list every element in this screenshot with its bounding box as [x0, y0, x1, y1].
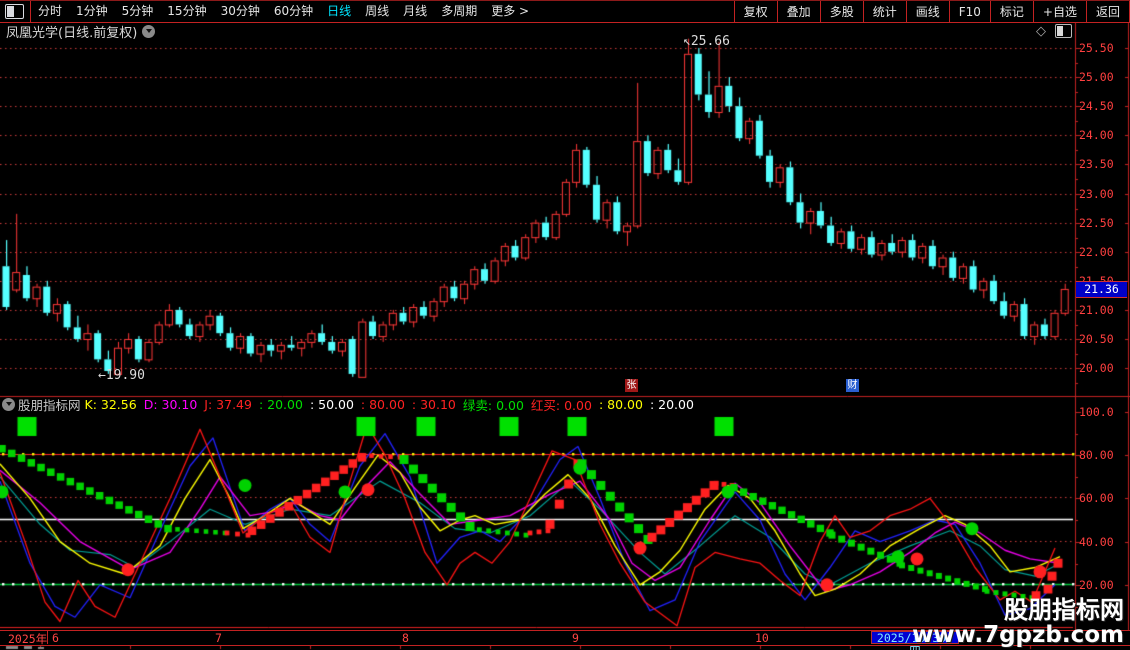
- diamond-icon[interactable]: ◇: [1036, 25, 1046, 38]
- trading-app-window: 分时 1分钟 5分钟 15分钟 30分钟 60分钟 日线 周线 月线 多周期 更多 > 复权 叠加 多股…: [0, 0, 1130, 650]
- tools-menu: 复权 叠加 多股 统计 画线 F10 标记 +自选 返回: [733, 1, 1130, 22]
- period-menu: 分时 1分钟 5分钟 15分钟 30分钟 60分钟 日线 周线 月线 多周期 更多 >: [0, 1, 536, 22]
- month-label: 10: [755, 631, 769, 645]
- year-label: 2025年: [8, 632, 48, 646]
- indicator-header: 股朋指标网 K: 32.56 D: 30.10 J: 37.49 : 20.00 : 5…: [0, 397, 1070, 412]
- menu-item-period[interactable]: 日线: [320, 2, 358, 21]
- price-axis-label: 24.50: [1079, 99, 1114, 114]
- top-menubar: 分时 1分钟 5分钟 15分钟 30分钟 60分钟 日线 周线 月线 多周期 更多 > 复权 叠加 多股…: [0, 0, 1130, 23]
- price-axis-label: 25.50: [1079, 41, 1114, 55]
- price-axis-label: 23.00: [1079, 186, 1114, 201]
- price-axis-label: 22.50: [1079, 215, 1114, 230]
- news-marker[interactable]: 张: [625, 379, 638, 392]
- menu-item-tool[interactable]: 画线: [905, 1, 949, 22]
- watermark-url: www.7gpzb.com: [912, 622, 1124, 648]
- price-axis-label: 25.00: [1079, 70, 1114, 85]
- menu-item-period[interactable]: 周线: [358, 2, 396, 21]
- menu-item-tool[interactable]: 标记: [989, 1, 1033, 22]
- month-label: 8: [402, 631, 409, 645]
- news-marker[interactable]: 财: [846, 379, 859, 392]
- menu-item-period[interactable]: 30分钟: [214, 2, 267, 21]
- last-price-badge: 21.36: [1076, 281, 1127, 298]
- indicator-value: K: 32.56: [84, 397, 137, 412]
- indicator-value: D: 30.10: [143, 397, 198, 412]
- low-price-annotation: ←19.90: [98, 368, 145, 383]
- menu-item-tool[interactable]: 多股: [819, 1, 863, 22]
- month-label: 7: [215, 631, 222, 645]
- indicator-axis-label: 20.00: [1079, 577, 1114, 592]
- price-axis-label: 20.50: [1079, 332, 1114, 346]
- panel-layout-icon[interactable]: [5, 4, 24, 19]
- indicator-value: J: 37.49: [204, 397, 252, 412]
- menu-item-tool[interactable]: F10: [948, 1, 990, 22]
- indicator-name[interactable]: 股朋指标网: [18, 397, 81, 412]
- axis-divider: [47, 631, 48, 644]
- indicator-value: : 20.00: [258, 397, 303, 412]
- menu-item-period[interactable]: 5分钟: [115, 2, 161, 21]
- indicator-collapse-icon[interactable]: [2, 398, 15, 411]
- month-label: 9: [572, 631, 579, 645]
- stock-title[interactable]: 凤凰光学(日线.前复权): [6, 22, 137, 41]
- price-axis-label: 20.00: [1079, 361, 1114, 376]
- menu-item-period[interactable]: 15分钟: [160, 2, 213, 21]
- indicator-axis-label: 100.0: [1079, 405, 1114, 419]
- price-axis-label: 22.00: [1079, 244, 1114, 259]
- menu-item-period[interactable]: 月线: [396, 2, 434, 21]
- indicator-value: 红买: 0.00: [530, 398, 592, 412]
- indicator-value: : 80.00: [598, 397, 643, 412]
- menu-item-tool[interactable]: 返回: [1085, 1, 1130, 22]
- price-axis-label: 24.00: [1079, 128, 1114, 143]
- menu-item-tool[interactable]: 叠加: [776, 1, 820, 22]
- indicator-axis-label: 40.00: [1079, 534, 1114, 549]
- titlebar: 凤凰光学(日线.前复权) ◇: [0, 22, 1130, 41]
- price-axis-label: 21.00: [1079, 302, 1114, 317]
- indicator-value: : 50.00: [309, 397, 354, 412]
- menu-item-tool[interactable]: 复权: [733, 1, 777, 22]
- indicator-value: : 80.00: [360, 397, 405, 412]
- menu-item-tool[interactable]: +自选: [1032, 1, 1086, 22]
- menu-item-period[interactable]: 1分钟: [69, 2, 115, 21]
- watermark: 股朋指标网 www.7gpzb.com: [912, 598, 1124, 648]
- title-dropdown-icon[interactable]: [142, 24, 156, 38]
- month-label: 6: [52, 631, 59, 645]
- menu-item-period[interactable]: 60分钟: [267, 2, 320, 21]
- menu-item-period[interactable]: 分时: [31, 2, 69, 21]
- titlebar-icons: ◇: [1036, 24, 1072, 38]
- price-axis-label: 23.50: [1079, 157, 1114, 172]
- indicator-value: 绿卖: 0.00: [462, 398, 524, 412]
- chart-canvas[interactable]: [0, 0, 1130, 650]
- menu-item-tool[interactable]: 统计: [862, 1, 906, 22]
- indicator-axis-label: 80.00: [1079, 448, 1114, 463]
- indicator-value: : 20.00: [649, 397, 694, 412]
- indicator-value: : 30.10: [411, 397, 456, 412]
- split-view-icon[interactable]: [1055, 24, 1072, 38]
- menu-item-period[interactable]: 更多 >: [484, 2, 536, 21]
- menu-item-period[interactable]: 多周期: [434, 2, 484, 21]
- indicator-axis-label: 60.00: [1079, 491, 1114, 506]
- watermark-site-name: 股朋指标网: [1004, 596, 1124, 624]
